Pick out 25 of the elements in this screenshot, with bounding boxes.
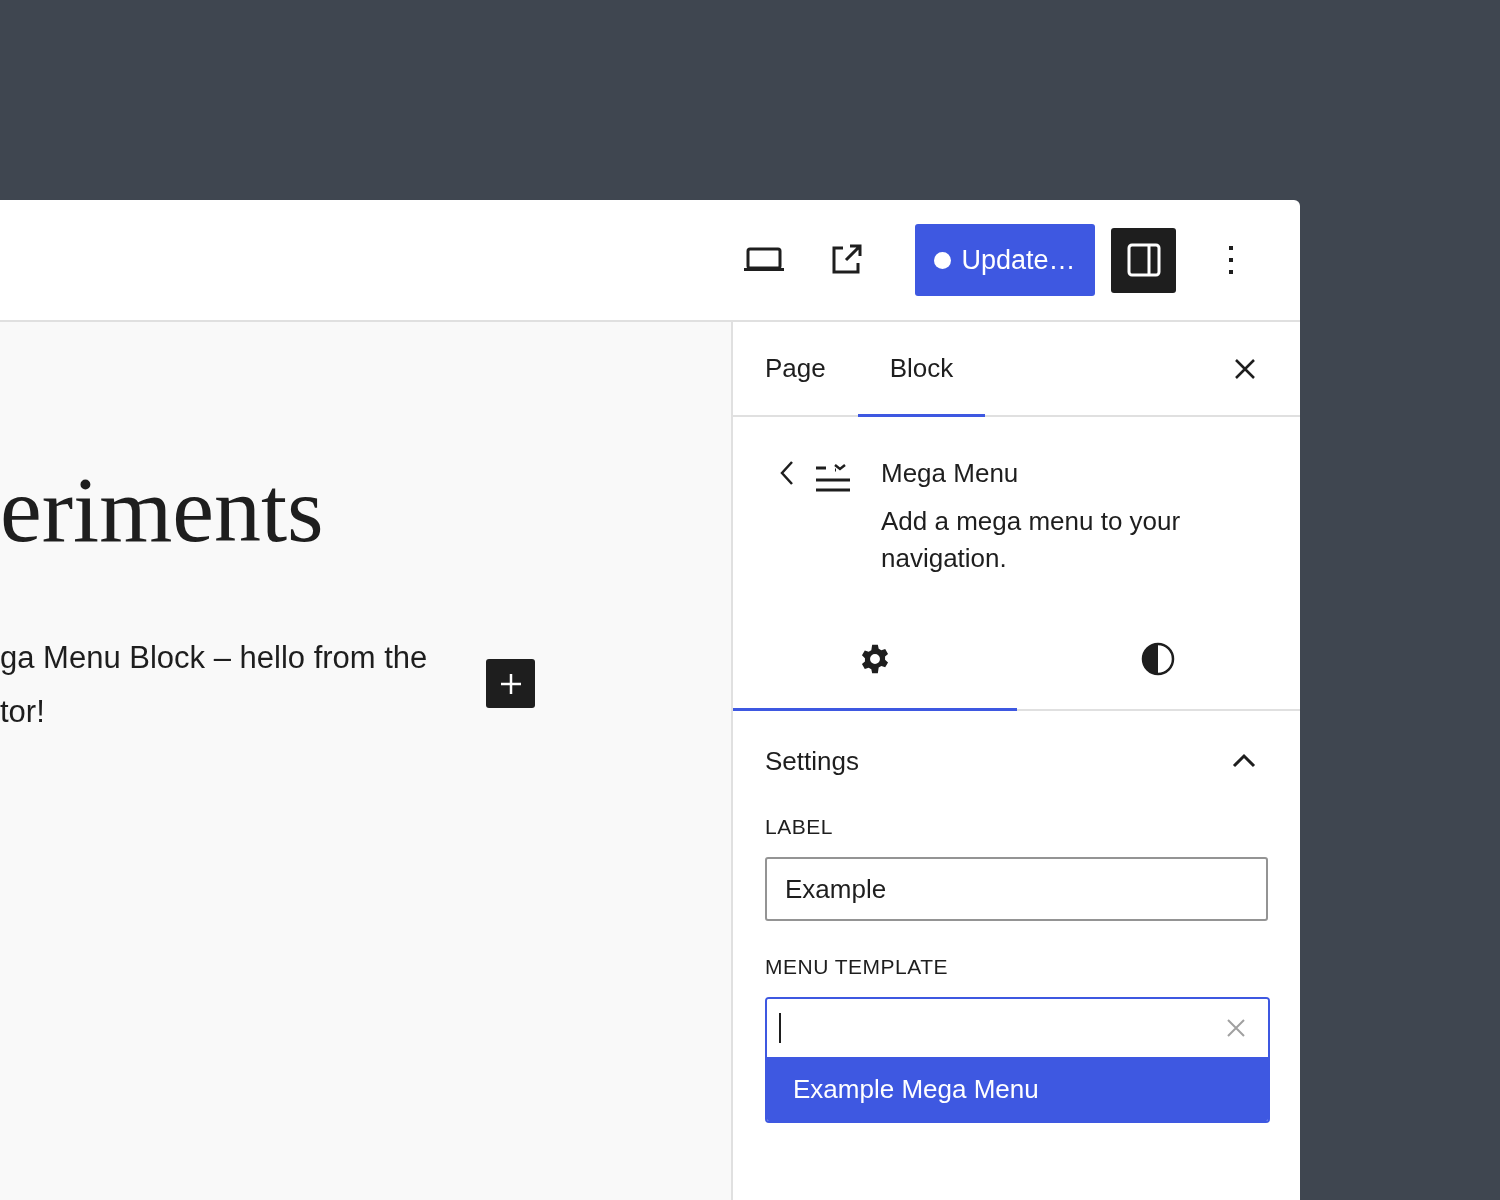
label-input[interactable]: Example — [765, 857, 1268, 921]
update-button[interactable]: Update… — [915, 224, 1095, 296]
laptop-icon[interactable] — [743, 246, 785, 274]
field-label: LABEL — [765, 815, 834, 839]
text-cursor — [779, 1013, 781, 1043]
plus-icon — [498, 671, 523, 696]
add-block-button[interactable] — [486, 659, 535, 708]
more-options-icon[interactable] — [1228, 244, 1234, 276]
half-circle-icon — [1141, 641, 1176, 676]
page-heading: eriments — [0, 462, 325, 556]
sidebar-panel-icon — [1126, 243, 1161, 277]
close-icon[interactable] — [1234, 357, 1256, 380]
field-label: MENU TEMPLATE — [765, 955, 950, 979]
dropdown-option[interactable]: Example Mega Menu — [767, 1057, 1268, 1121]
sidebar-tab[interactable]: Page — [733, 322, 858, 417]
block-title: Mega Menu — [881, 457, 1020, 489]
panel-title[interactable]: Settings — [765, 745, 859, 777]
sidebar-tab[interactable]: Block — [857, 322, 986, 417]
sidebar-toggle-button[interactable] — [1111, 227, 1176, 293]
back-chevron-icon[interactable] — [779, 460, 795, 486]
clear-icon[interactable] — [1226, 1018, 1246, 1038]
block-description: Add a mega menu to your navigation. — [881, 505, 1182, 575]
template-combobox[interactable]: Example Mega Menu — [765, 997, 1270, 1123]
paragraph-text: ga Menu Block – hello from the tor! — [0, 639, 429, 732]
chevron-icon[interactable] — [1232, 753, 1256, 769]
